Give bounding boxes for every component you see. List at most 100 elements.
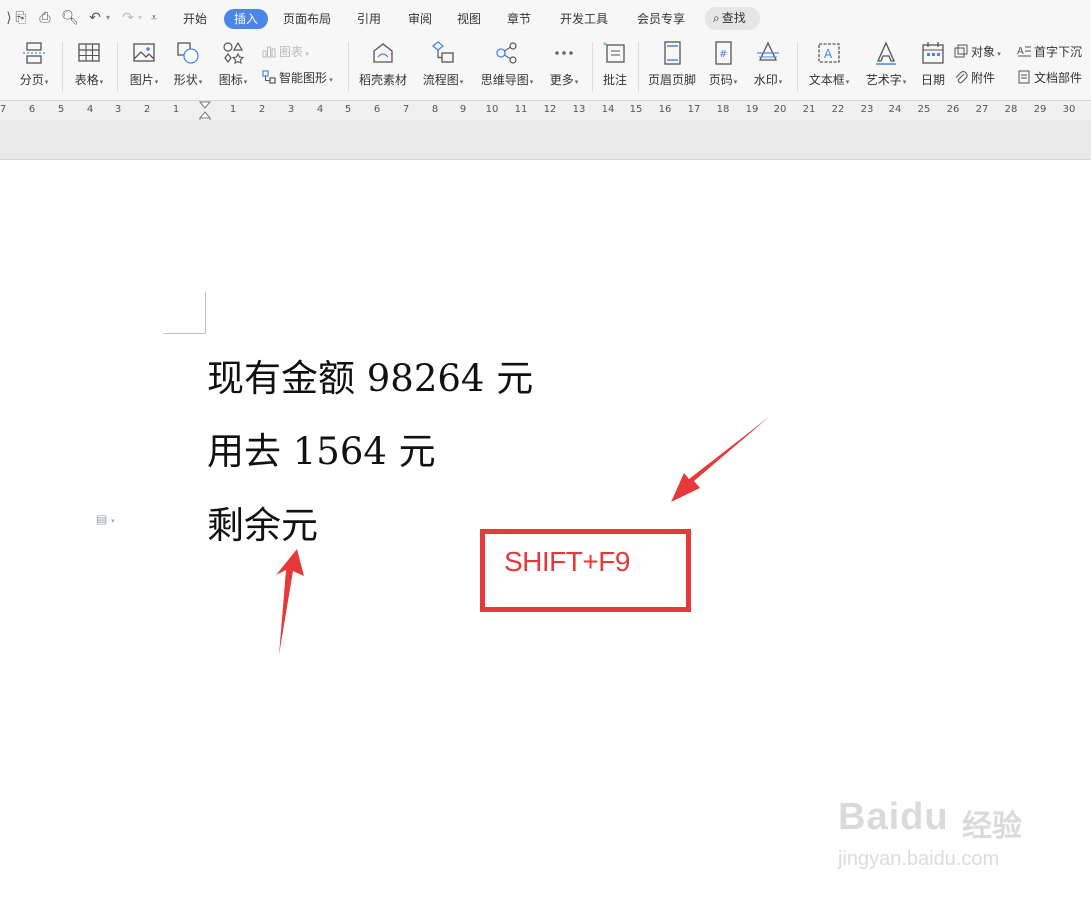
icons-label: 图标 (218, 73, 243, 87)
ruler-number: 15 (629, 104, 643, 115)
ribbon-separator (592, 42, 593, 92)
tab-chapter[interactable]: 章节 (507, 9, 531, 29)
picture-label: 图片 (129, 73, 154, 87)
document-line-current-amount[interactable]: 现有金额 98264 元 (207, 348, 533, 402)
flowchart-button[interactable]: 流程图▾ (418, 40, 468, 88)
undo-dropdown-icon[interactable]: ▾ (106, 13, 110, 22)
ruler-number: 30 (1062, 104, 1076, 115)
watermark-label: 水印 (753, 73, 778, 87)
watermark-button[interactable]: 水印▾ (749, 40, 787, 88)
ribbon-separator (638, 42, 639, 92)
mindmap-button[interactable]: 思维导图▾ (477, 40, 537, 88)
ruler-number: 9 (459, 104, 467, 115)
ruler-number: 13 (572, 104, 586, 115)
ruler-number: 3 (287, 104, 295, 115)
shape-button[interactable]: 形状▾ (170, 40, 206, 88)
doc-parts-icon (1017, 70, 1031, 84)
ruler-number: 4 (86, 104, 94, 115)
ruler-number: 10 (485, 104, 499, 115)
baidu-jingyan-watermark: Baidu 经验 jingyan.baidu.com (838, 788, 1038, 878)
shape-label: 形状 (173, 73, 198, 87)
svg-text:#: # (719, 49, 727, 60)
tab-references[interactable]: 引用 (357, 9, 381, 29)
search-button[interactable]: ⌕ 查找 (705, 7, 760, 30)
object-label: 对象 (971, 45, 996, 59)
horizontal-ruler[interactable]: 7 6 5 4 3 2 1 1 2 3 4 5 6 7 8 9 10 11 12… (0, 100, 1091, 121)
mindmap-icon (494, 40, 520, 66)
svg-text:A: A (824, 47, 833, 61)
material-icon (370, 40, 396, 66)
page-break-icon (21, 40, 47, 66)
ribbon-separator (117, 42, 118, 92)
calendar-icon (920, 40, 946, 66)
paragraph-options-icon[interactable]: ▤ ▾ (96, 512, 115, 526)
output-pdf-icon[interactable]: ⎘ (12, 9, 30, 27)
object-icon (954, 44, 968, 58)
daoke-material-button[interactable]: 稻壳素材 (356, 40, 410, 88)
tab-insert[interactable]: 插入 (224, 9, 269, 29)
page-break-button[interactable]: 分页▾ (14, 40, 54, 88)
doc-parts-label: 文档部件 (1034, 71, 1083, 85)
ruler-number: 14 (601, 104, 615, 115)
text-box-label: 文本框 (808, 73, 845, 87)
smart-graphic-label: 智能图形 (279, 71, 328, 85)
tab-member[interactable]: 会员专享 (637, 9, 685, 29)
smart-graphic-button[interactable]: 智能图形 ▾ (262, 68, 333, 88)
tab-page-layout[interactable]: 页面布局 (283, 9, 331, 29)
table-button[interactable]: 表格▾ (70, 40, 108, 88)
more-button[interactable]: 更多▾ (545, 40, 583, 88)
ruler-number: 7 (0, 104, 7, 115)
svg-text:*: * (603, 41, 607, 50)
ruler-number: 2 (143, 104, 151, 115)
ruler-number: 26 (946, 104, 960, 115)
object-button[interactable]: 对象 ▾ (954, 42, 1001, 62)
ruler-number: 3 (114, 104, 122, 115)
ruler-number: 29 (1033, 104, 1047, 115)
ruler-number: 23 (860, 104, 874, 115)
ruler-number: 16 (658, 104, 672, 115)
document-line-remaining[interactable]: 剩余元 (207, 495, 318, 549)
text-box-button[interactable]: A 文本框▾ (804, 40, 854, 88)
ribbon-insert: 分页▾ 表格▾ 图片▾ 形状▾ 图标▾ 图表 ▾ 智能图形 ▾ 稻壳素材 流程图… (0, 38, 1091, 100)
doc-parts-button[interactable]: 文档部件 (1017, 68, 1082, 88)
picture-button[interactable]: 图片▾ (126, 40, 162, 88)
drop-cap-button[interactable]: A 首字下沉 (1017, 42, 1082, 62)
redo-dropdown-icon[interactable]: ▾ (138, 13, 142, 22)
table-label: 表格 (74, 73, 99, 87)
tab-developer[interactable]: 开发工具 (560, 9, 608, 29)
drop-cap-label: 首字下沉 (1034, 45, 1083, 59)
tab-review[interactable]: 审阅 (408, 9, 432, 29)
print-icon[interactable]: ⎙ (36, 9, 54, 27)
customize-toolbar-icon[interactable]: ⩡ (145, 9, 163, 27)
table-icon (76, 40, 102, 66)
word-art-button[interactable]: 艺术字▾ (861, 40, 911, 88)
menu-bar: ⟩ ⎘ ⎙ 🔍︎ ↶ ▾ ↷ ▾ ⩡ 开始 插入 页面布局 引用 审阅 视图 章… (0, 0, 1091, 38)
mindmap-label: 思维导图 (480, 73, 529, 87)
comment-button[interactable]: * 批注 (598, 40, 632, 88)
header-footer-button[interactable]: 页眉页脚 (645, 40, 699, 88)
word-art-icon (873, 40, 899, 66)
svg-text:A: A (1017, 46, 1024, 57)
date-button[interactable]: 日期 (917, 40, 949, 88)
ribbon-separator (348, 42, 349, 92)
icons-button[interactable]: 图标▾ (214, 40, 252, 88)
daoke-material-label: 稻壳素材 (358, 73, 407, 87)
indent-marker-icon[interactable] (199, 101, 212, 121)
ruler-number: 4 (316, 104, 324, 115)
undo-icon[interactable]: ↶ (86, 9, 104, 27)
chart-button[interactable]: 图表 ▾ (262, 42, 309, 62)
page-number-button[interactable]: # 页码▾ (704, 40, 742, 88)
attachment-button[interactable]: 附件 (954, 68, 995, 88)
tab-home[interactable]: 开始 (183, 9, 207, 29)
text-box-icon: A (816, 40, 842, 66)
ribbon-separator (797, 42, 798, 92)
shape-icon (175, 40, 201, 66)
ruler-number: 5 (57, 104, 65, 115)
ruler-number: 24 (888, 104, 902, 115)
redo-icon[interactable]: ↷ (119, 9, 137, 27)
document-line-spent[interactable]: 用去 1564 元 (207, 421, 436, 475)
ruler-number: 5 (344, 104, 352, 115)
tab-view[interactable]: 视图 (457, 9, 481, 29)
print-preview-icon[interactable]: 🔍︎ (61, 9, 79, 27)
watermark-brand-cn: 经验 (962, 809, 1022, 844)
